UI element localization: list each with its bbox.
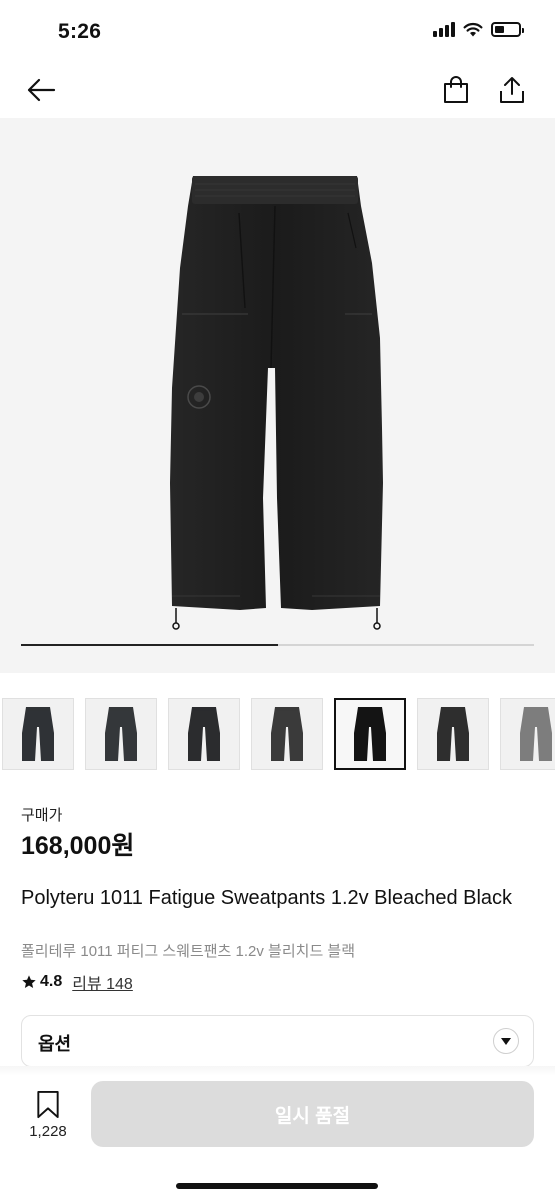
thumbnail-item[interactable]: [168, 698, 240, 770]
thumbnail-pants-image: [354, 707, 386, 761]
gallery-progress-indicator: [21, 644, 278, 646]
product-price: 168,000원: [21, 832, 135, 860]
thumbnail-item[interactable]: [417, 698, 489, 770]
cart-button[interactable]: [436, 70, 476, 110]
wifi-icon: [463, 22, 483, 36]
thumbnail-item[interactable]: [500, 698, 555, 770]
product-title-en: Polyteru 1011 Fatigue Sweatpants 1.2v Bl…: [21, 887, 513, 909]
thumbnail-strip: [0, 698, 555, 772]
home-indicator: [176, 1183, 378, 1189]
rating-row: 4.8 리뷰 148: [21, 970, 133, 994]
price-label: 구매가: [21, 807, 63, 824]
product-title-ko: 폴리테루 1011 퍼티그 스웨트팬츠 1.2v 블리치드 블랙: [21, 943, 356, 960]
thumbnail-pants-image: [437, 707, 469, 761]
option-label: 옵션: [38, 1034, 72, 1054]
thumbnail-pants-image: [22, 707, 54, 761]
thumbnail-pants-image: [105, 707, 137, 761]
bookmark-icon: [37, 1090, 59, 1119]
gallery-progress-track: [21, 644, 534, 646]
review-link[interactable]: 리뷰 148: [72, 970, 133, 994]
thumbnail-item[interactable]: [85, 698, 157, 770]
status-bar: 5:26: [0, 0, 555, 62]
thumbnail-pants-image: [520, 707, 552, 761]
bookmark-button[interactable]: 1,228: [22, 1090, 74, 1140]
sold-out-button[interactable]: 일시 품절: [91, 1081, 534, 1147]
shopping-bag-icon: [444, 76, 468, 103]
cellular-signal-icon: [433, 21, 455, 37]
bottom-bar-divider: [0, 1066, 555, 1076]
arrow-left-icon: [27, 78, 56, 102]
thumbnail-pants-image: [271, 707, 303, 761]
share-button[interactable]: [492, 70, 532, 110]
product-image-carousel[interactable]: [0, 118, 555, 673]
back-button[interactable]: [21, 70, 61, 110]
option-select[interactable]: 옵션: [21, 1015, 534, 1067]
thumbnail-pants-image: [188, 707, 220, 761]
thumbnail-item[interactable]: [2, 698, 74, 770]
star-icon: [22, 975, 36, 988]
thumbnail-item[interactable]: [334, 698, 406, 770]
battery-icon: [491, 21, 524, 37]
sweatpants-image: [170, 176, 383, 630]
share-icon: [500, 77, 524, 103]
top-nav: [0, 62, 555, 118]
rating-score: 4.8: [40, 973, 63, 990]
thumbnail-item[interactable]: [251, 698, 323, 770]
chevron-down-icon: [493, 1028, 519, 1054]
status-time: 5:26: [58, 20, 102, 43]
status-icons: [433, 21, 524, 37]
bookmark-count: 1,228: [29, 1123, 67, 1140]
